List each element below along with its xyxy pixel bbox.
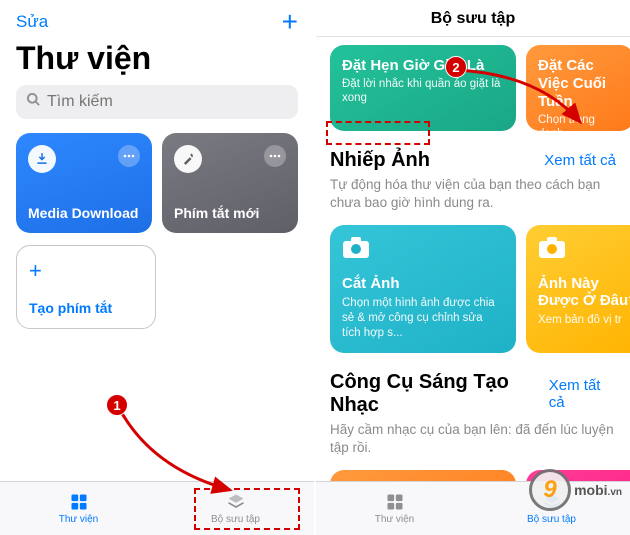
grid-icon [67,492,91,512]
tab-label: Bộ sưu tập [527,514,576,525]
search-input[interactable] [47,93,288,111]
gallery-card-crop-photo[interactable]: Cắt Ảnh Chọn một hình ảnh được chia sẻ &… [330,225,516,353]
card-title: Phím tắt mới [174,205,286,221]
layers-icon [224,492,248,512]
watermark: 9 mobi.vn [529,469,622,511]
search-icon [26,92,41,112]
card-title: Ảnh Này Được Ở Đâu? [538,275,630,309]
watermark-logo: 9 [529,469,571,511]
tab-label: Thư viện [375,514,415,525]
card-title: Cắt Ảnh [342,275,504,292]
tab-label: Thư viện [59,514,99,525]
card-subtitle: Đặt lời nhắc khi quần áo giặt là xong [342,77,504,106]
gallery-card-weekend-tasks[interactable]: Đặt Các Việc Cuối Tuần Chọn trong danh [526,45,630,131]
create-shortcut-button[interactable]: + Tạo phím tắt [16,245,156,329]
card-subtitle: Xem bản đồ vị tr [538,313,630,328]
add-button[interactable]: + [282,8,298,36]
create-label: Tạo phím tắt [29,300,143,316]
gallery-card-photo-location[interactable]: Ảnh Này Được Ở Đâu? Xem bản đồ vị tr [526,225,630,353]
shortcut-card-media-download[interactable]: Media Download [16,133,152,233]
annotation-badge-1: 1 [106,394,128,416]
screen-gallery: Bộ sưu tập Đặt Hẹn Giờ Giặt Là Đặt lời n… [316,0,630,535]
wand-icon [174,145,202,173]
card-more-button[interactable] [118,145,140,167]
section-title-music: Công Cụ Sáng Tạo Nhạc [330,371,549,417]
screen-library: Sửa + Thư viện Media Download [0,0,314,535]
card-subtitle: Chọn một hình ảnh được chia sẻ & mở công… [342,296,504,341]
card-title: Đặt Hẹn Giờ Giặt Là [342,57,504,75]
edit-button[interactable]: Sửa [16,12,48,32]
tab-library[interactable]: Thư viện [316,482,473,535]
camera-icon [342,237,372,261]
card-title: Media Download [28,205,140,221]
page-title: Thư viện [0,38,314,85]
section-subtitle: Hãy cầm nhạc cụ của bạn lên: đã đến lúc … [330,421,630,456]
see-all-link[interactable]: Xem tất cả [544,152,616,169]
shortcut-card-new[interactable]: Phím tắt mới [162,133,298,233]
section-subtitle: Tự động hóa thư viện của bạn theo cách b… [330,176,630,211]
card-title: Đặt Các Việc Cuối Tuần [538,57,622,111]
see-all-link[interactable]: Xem tất cả [549,377,616,411]
plus-icon: + [29,258,143,284]
card-subtitle: Chọn trong danh [538,113,622,142]
camera-icon [538,237,568,261]
watermark-text: mobi.vn [574,482,622,498]
annotation-badge-2: 2 [445,56,467,78]
download-icon [28,145,56,173]
tab-gallery[interactable]: Bộ sưu tập [157,482,314,535]
grid-icon [383,492,407,512]
gallery-card-laundry-timer[interactable]: Đặt Hẹn Giờ Giặt Là Đặt lời nhắc khi quầ… [330,45,516,131]
section-title-photography: Nhiếp Ảnh [330,149,430,172]
gallery-header-title: Bộ sưu tập [316,0,630,37]
search-field[interactable] [16,85,298,119]
tab-bar: Thư viện Bộ sưu tập [0,481,314,535]
tab-label: Bộ sưu tập [211,514,260,525]
library-header: Sửa + [0,0,314,38]
card-more-button[interactable] [264,145,286,167]
tab-library[interactable]: Thư viện [0,482,157,535]
